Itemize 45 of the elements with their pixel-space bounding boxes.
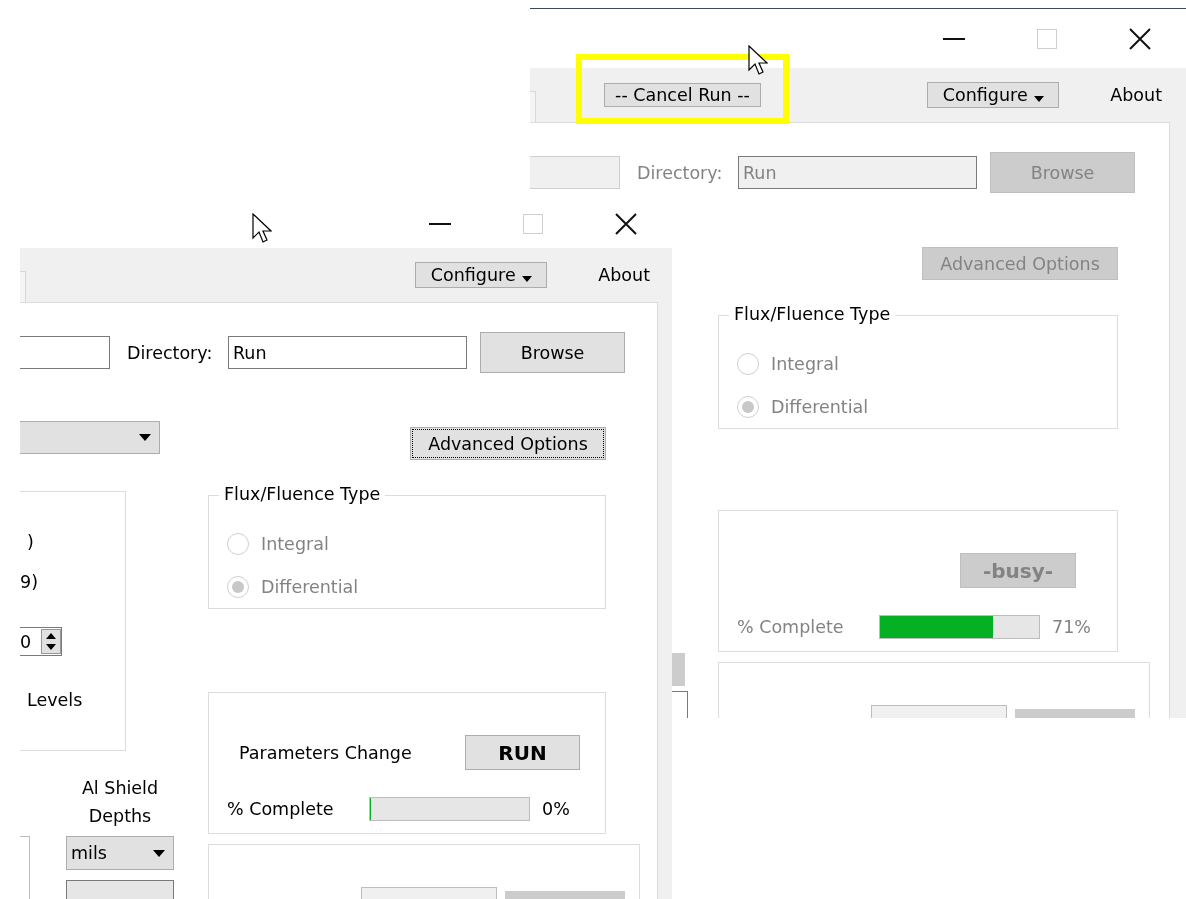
advanced-options-button[interactable]: Advanced Options xyxy=(410,427,606,460)
text-field[interactable] xyxy=(20,336,110,369)
radio-label: Integral xyxy=(261,533,329,554)
directory-field[interactable]: Run xyxy=(228,336,467,369)
progress-label: % Complete xyxy=(227,799,335,819)
directory-label: Directory: xyxy=(127,342,214,363)
levels-label: Levels xyxy=(26,690,84,710)
radio-label: Differential xyxy=(771,396,869,417)
progress-percent: 0% xyxy=(542,799,570,819)
caret-icon xyxy=(1033,96,1044,102)
tab-edge[interactable] xyxy=(530,91,536,122)
caret-icon xyxy=(521,276,532,282)
minimize-icon[interactable] xyxy=(428,223,451,225)
list-edge[interactable] xyxy=(20,836,30,899)
group-title: Flux/Fluence Type xyxy=(219,484,386,504)
maximize-icon[interactable] xyxy=(1036,28,1057,49)
option-text: ) xyxy=(27,532,34,552)
dropdown[interactable] xyxy=(20,421,160,454)
close-icon[interactable] xyxy=(614,213,637,235)
spinner-arrows-icon[interactable] xyxy=(41,629,61,654)
cursor-icon xyxy=(252,213,272,245)
tab-edge[interactable] xyxy=(20,271,26,302)
progress-label: % Complete xyxy=(737,617,845,637)
cancel-run-button[interactable]: -- Cancel Run -- xyxy=(604,83,761,107)
spinner-field[interactable]: 0 xyxy=(20,627,62,656)
maximize-icon[interactable] xyxy=(522,214,543,234)
about-menu-item[interactable]: About xyxy=(598,265,650,285)
configure-menu-button[interactable]: Configure xyxy=(927,82,1060,108)
close-icon[interactable] xyxy=(1128,27,1151,50)
about-menu-item[interactable]: About xyxy=(1110,85,1162,105)
status-text: Parameters Change xyxy=(238,742,413,763)
caret-icon xyxy=(139,434,151,441)
configure-menu-button[interactable]: Configure xyxy=(415,262,548,288)
option-text: 9) xyxy=(20,572,38,592)
run-button[interactable]: RUN xyxy=(465,735,580,770)
progress-percent: 71% xyxy=(1052,617,1091,637)
shield-depths-label: Al Shield Depths xyxy=(80,777,160,828)
radio-label: Differential xyxy=(261,576,359,597)
radio-label: Integral xyxy=(771,353,839,374)
unit-dropdown[interactable]: mils xyxy=(66,836,174,870)
minimize-icon[interactable] xyxy=(942,37,965,40)
browse-button[interactable]: Browse xyxy=(480,332,625,373)
caret-icon xyxy=(153,849,165,857)
directory-label: Directory: xyxy=(637,162,724,183)
group-title: Flux/Fluence Type xyxy=(729,304,896,324)
